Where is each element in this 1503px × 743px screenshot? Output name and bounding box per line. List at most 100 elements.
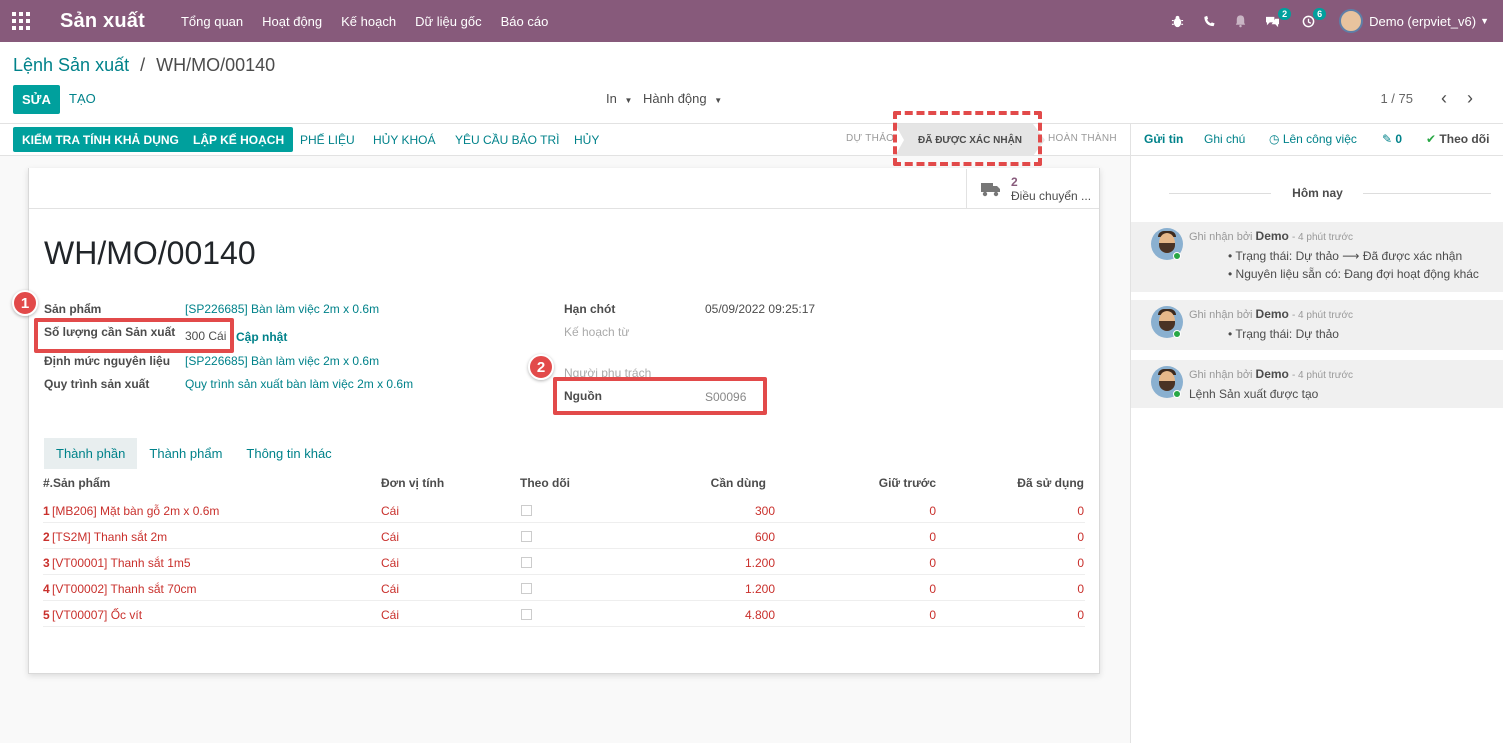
send-message-button[interactable]: Gửi tin	[1144, 132, 1183, 146]
tracking-checkbox[interactable]	[521, 583, 532, 594]
table-row[interactable]: 4 [VT00002] Thanh sắt 70cm Cái 1.200 0 0	[43, 575, 1085, 601]
cancel-button[interactable]: HỦY	[565, 127, 608, 152]
truck-icon	[981, 183, 1000, 197]
unlock-button[interactable]: HỦY KHOÁ	[364, 127, 444, 152]
check-availability-button[interactable]: KIỂM TRA TÍNH KHẢ DỤNG	[13, 127, 188, 152]
bell-icon[interactable]	[1234, 14, 1247, 28]
print-dropdown[interactable]: In ▼	[606, 91, 632, 106]
tracking-checkbox[interactable]	[521, 609, 532, 620]
menu-reporting[interactable]: Báo cáo	[501, 14, 549, 29]
col-reserved-header[interactable]: Giữ trước	[860, 476, 936, 490]
phone-icon[interactable]	[1202, 15, 1216, 28]
pager-next-icon[interactable]: ›	[1467, 88, 1473, 109]
button-box	[29, 168, 1099, 209]
today-separator: Hôm nay	[1292, 186, 1343, 200]
row-product: [TS2M] Thanh sắt 2m	[52, 530, 168, 544]
action-dropdown[interactable]: Hành động ▼	[643, 91, 722, 106]
product-label: Sản phẩm	[44, 302, 102, 316]
notebook-tabs: Thành phần Thành phẩm Thông tin khác	[44, 438, 344, 469]
plan-button[interactable]: LẬP KẾ HOẠCH	[184, 127, 294, 152]
edit-button[interactable]: SỬA	[13, 85, 60, 114]
schedule-activity-button[interactable]: ◷ Lên công việc	[1269, 132, 1357, 146]
message-prefix: Ghi nhận bởi	[1189, 309, 1253, 321]
table-row[interactable]: 5 [VT00007] Ốc vít Cái 4.800 0 0	[43, 601, 1085, 627]
user-avatar	[1339, 9, 1364, 33]
menu-planning[interactable]: Kế hoạch	[341, 14, 396, 29]
col-uom-header[interactable]: Đơn vị tính	[381, 476, 444, 490]
pager-value[interactable]: 1 / 75	[1380, 91, 1413, 106]
bom-label: Định mức nguyên liệu	[44, 354, 171, 368]
row-consumed: 0	[1077, 582, 1084, 596]
menu-overview[interactable]: Tổng quan	[181, 14, 243, 29]
row-reserved: 0	[929, 530, 936, 544]
stage-done[interactable]: HOÀN THÀNH	[1048, 133, 1117, 144]
tracking-checkbox[interactable]	[521, 531, 532, 542]
create-button[interactable]: TẠO	[69, 91, 96, 106]
message-author[interactable]: Demo	[1256, 307, 1289, 321]
messages-icon[interactable]: 2	[1265, 7, 1292, 28]
message-author[interactable]: Demo	[1256, 367, 1289, 381]
deadline-label: Hạn chót	[564, 302, 616, 316]
row-product: [VT00007] Ốc vít	[52, 608, 143, 622]
row-product: [VT00002] Thanh sắt 70cm	[52, 582, 197, 596]
table-row[interactable]: 1 [MB206] Mặt bàn gỗ 2m x 0.6m Cái 300 0…	[43, 497, 1085, 523]
scrap-button[interactable]: PHẾ LIỆU	[291, 127, 364, 152]
row-to-consume: 300	[754, 504, 775, 518]
menu-operations[interactable]: Hoạt động	[262, 14, 322, 29]
message-author[interactable]: Demo	[1256, 229, 1289, 243]
row-product: [MB206] Mặt bàn gỗ 2m x 0.6m	[52, 504, 220, 518]
user-menu[interactable]: Demo (erpviet_v6) ▼	[1339, 9, 1489, 33]
menu-master-data[interactable]: Dữ liệu gốc	[415, 14, 482, 29]
activity-clock-icon[interactable]: 6	[1302, 7, 1327, 28]
app-title[interactable]: Sản xuất	[60, 10, 145, 33]
bug-icon[interactable]	[1171, 15, 1184, 28]
pager-previous-icon[interactable]: ‹	[1441, 88, 1447, 109]
update-qty-link[interactable]: Cập nhật	[236, 330, 287, 344]
deadline-field[interactable]: 05/09/2022 09:25:17	[705, 302, 815, 316]
chatter-message: Ghi nhận bởi Demo - 4 phút trước • Trạng…	[1131, 222, 1503, 292]
row-uom: Cái	[381, 504, 400, 518]
control-panel: Lệnh Sản xuất / WH/MO/00140 SỬA TẠO In ▼…	[0, 42, 1503, 124]
col-to-consume-header[interactable]: Cần dùng	[700, 476, 766, 490]
annotation-marker-2: 2	[528, 354, 554, 380]
log-note-button[interactable]: Ghi chú	[1204, 132, 1245, 146]
attachments-button[interactable]: ✎ 0	[1382, 132, 1402, 146]
row-reserved: 0	[929, 556, 936, 570]
row-to-consume: 600	[754, 530, 775, 544]
user-name: Demo (erpviet_v6)	[1369, 13, 1477, 29]
row-reserved: 0	[929, 504, 936, 518]
message-body: Lệnh Sản xuất được tạo	[1189, 387, 1319, 401]
tab-components[interactable]: Thành phần	[44, 438, 138, 469]
caret-down-icon: ▼	[624, 96, 633, 105]
bom-field[interactable]: [SP226685] Bàn làm việc 2m x 0.6m	[185, 354, 379, 368]
tab-other-info[interactable]: Thông tin khác	[234, 438, 343, 469]
tracking-checkbox[interactable]	[521, 505, 532, 516]
activities-count-badge: 6	[1313, 7, 1327, 20]
row-consumed: 0	[1077, 608, 1084, 622]
col-tracking-header[interactable]: Theo dõi	[520, 476, 570, 490]
col-product-header[interactable]: #.Sản phẩm	[43, 476, 110, 490]
stage-draft[interactable]: DỰ THẢO	[846, 133, 894, 144]
transfers-smart-button[interactable]: 2 Điều chuyển ...	[966, 169, 1099, 209]
table-row[interactable]: 3 [VT00001] Thanh sắt 1m5 Cái 1.200 0 0	[43, 549, 1085, 575]
follow-button[interactable]: ✔ Theo dõi	[1426, 132, 1489, 146]
breadcrumb: Lệnh Sản xuất / WH/MO/00140	[13, 55, 275, 76]
message-time: - 4 phút trước	[1291, 232, 1354, 243]
row-reserved: 0	[929, 608, 936, 622]
tracking-line: • Trạng thái: Dự thảo ⟶ Đã được xác nhận	[1228, 249, 1463, 263]
routing-field[interactable]: Quy trình sản xuất bàn làm việc 2m x 0.6…	[185, 377, 413, 391]
col-consumed-header[interactable]: Đã sử dụng	[1000, 476, 1084, 490]
schedule-activity-label: Lên công việc	[1282, 132, 1357, 146]
message-header: Ghi nhận bởi Demo - 4 phút trước	[1189, 229, 1353, 243]
breadcrumb-parent[interactable]: Lệnh Sản xuất	[13, 55, 129, 75]
row-number: 2	[43, 530, 50, 544]
apps-menu-icon[interactable]	[0, 0, 42, 42]
annotation-marker-1: 1	[12, 290, 38, 316]
paperclip-icon: ✎	[1382, 132, 1393, 146]
tracking-line: • Trạng thái: Dự thảo	[1228, 327, 1339, 341]
maintenance-request-button[interactable]: YÊU CẦU BẢO TRÌ	[446, 127, 568, 152]
tab-finished-products[interactable]: Thành phẩm	[137, 438, 234, 469]
tracking-checkbox[interactable]	[521, 557, 532, 568]
product-field[interactable]: [SP226685] Bàn làm việc 2m x 0.6m	[185, 302, 379, 316]
table-row[interactable]: 2 [TS2M] Thanh sắt 2m Cái 600 0 0	[43, 523, 1085, 549]
